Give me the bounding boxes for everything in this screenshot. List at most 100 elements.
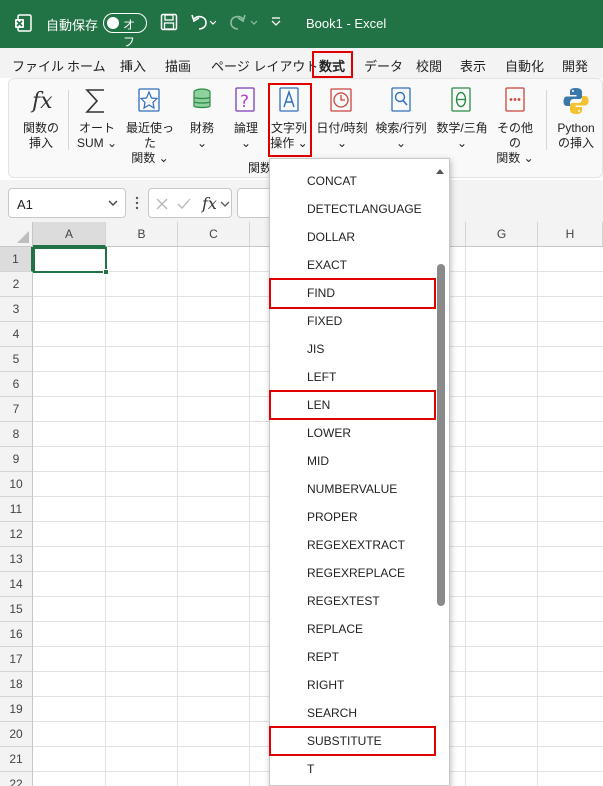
svg-text:fx: fx	[201, 194, 217, 213]
row-header-12[interactable]: 12	[0, 522, 33, 547]
column-header-a[interactable]: A	[33, 222, 106, 247]
column-header-c[interactable]: C	[178, 222, 250, 247]
active-cell-a1[interactable]	[33, 247, 109, 275]
more-functions-button[interactable]: その他の 関数 ⌄	[492, 121, 538, 166]
insert-function-fx-icon[interactable]: fx	[201, 192, 219, 217]
function-item-dollar[interactable]: DOLLAR	[270, 223, 435, 251]
datetime-label-2: ⌄	[336, 136, 348, 150]
function-item-regextest[interactable]: REGEXTEST	[270, 587, 435, 615]
tab-developer[interactable]: 開発	[562, 56, 588, 75]
chevron-down-icon[interactable]	[220, 198, 230, 212]
row-header-9[interactable]: 9	[0, 447, 33, 472]
cancel-x-icon[interactable]	[155, 197, 169, 214]
enter-check-icon[interactable]	[177, 197, 191, 214]
function-item-t[interactable]: T	[270, 755, 435, 783]
row-header-4[interactable]: 4	[0, 322, 33, 347]
row-header-7[interactable]: 7	[0, 397, 33, 422]
tab-page-layout[interactable]: ページ レイアウト	[211, 56, 318, 75]
function-item-rept[interactable]: REPT	[270, 643, 435, 671]
row-header-8[interactable]: 8	[0, 422, 33, 447]
row-header-11[interactable]: 11	[0, 497, 33, 522]
tab-draw[interactable]: 描画	[165, 56, 191, 75]
len-highlight	[269, 390, 436, 420]
ribbon-tab-bar: ファイル ホーム 挿入 描画 ページ レイアウト 数式 データ 校閲 表示 自動…	[0, 48, 603, 78]
gridline	[249, 247, 250, 786]
tab-insert[interactable]: 挿入	[120, 56, 146, 75]
fill-handle[interactable]	[103, 269, 109, 275]
tab-file[interactable]: ファイル	[12, 56, 64, 75]
row-header-3[interactable]: 3	[0, 297, 33, 322]
ribbon-separator	[68, 90, 69, 150]
gridline	[537, 247, 538, 786]
column-header-g[interactable]: G	[466, 222, 538, 247]
autosum-button[interactable]: オート SUM ⌄	[74, 121, 120, 151]
financial-label-1: 財務	[189, 121, 214, 135]
autosave-label: 自動保存	[46, 18, 99, 33]
row-header-17[interactable]: 17	[0, 647, 33, 672]
undo-icon[interactable]	[190, 13, 216, 31]
function-item-detectlanguage[interactable]: DETECTLANGUAGE	[270, 195, 435, 223]
redo-icon[interactable]	[229, 13, 259, 31]
math-button[interactable]: 数学/三角 ⌄	[433, 121, 491, 151]
row-header-10[interactable]: 10	[0, 472, 33, 497]
row-header-19[interactable]: 19	[0, 697, 33, 722]
recent-functions-button[interactable]: 最近使った 関数 ⌄	[121, 121, 179, 166]
function-item-lower[interactable]: LOWER	[270, 419, 435, 447]
svg-text:?: ?	[240, 92, 249, 112]
function-item-mid[interactable]: MID	[270, 447, 435, 475]
function-item-replace[interactable]: REPLACE	[270, 615, 435, 643]
tab-home[interactable]: ホーム	[67, 56, 106, 75]
function-item-jis[interactable]: JIS	[270, 335, 435, 363]
column-header-b[interactable]: B	[106, 222, 178, 247]
insert-python-button[interactable]: Python の挿入	[552, 121, 600, 151]
more-label-2: 関数 ⌄	[496, 151, 534, 165]
customize-qat-icon[interactable]	[270, 15, 282, 27]
datetime-button[interactable]: 日付/時刻 ⌄	[314, 121, 370, 151]
function-item-right[interactable]: RIGHT	[270, 671, 435, 699]
row-header-15[interactable]: 15	[0, 597, 33, 622]
document-title: Book1 - Excel	[306, 16, 387, 31]
function-item-left[interactable]: LEFT	[270, 363, 435, 391]
lookup-button[interactable]: 検索/行列 ⌄	[373, 121, 429, 151]
ribbon-separator	[546, 90, 547, 150]
row-header-22[interactable]: 22	[0, 772, 33, 786]
function-item-search[interactable]: SEARCH	[270, 699, 435, 727]
function-item-regexextract[interactable]: REGEXEXTRACT	[270, 531, 435, 559]
row-header-18[interactable]: 18	[0, 672, 33, 697]
select-all-corner[interactable]	[0, 222, 33, 247]
row-header-5[interactable]: 5	[0, 347, 33, 372]
row-header-1[interactable]: 1	[0, 247, 33, 272]
function-item-concat[interactable]: CONCAT	[270, 167, 435, 195]
text-functions-highlight	[268, 83, 312, 157]
save-icon[interactable]	[160, 13, 178, 31]
row-header-14[interactable]: 14	[0, 572, 33, 597]
column-header-h[interactable]: H	[538, 222, 603, 247]
autosave-toggle[interactable]: オフ	[103, 13, 147, 49]
row-header-13[interactable]: 13	[0, 547, 33, 572]
tab-automate[interactable]: 自動化	[505, 56, 544, 75]
row-header-2[interactable]: 2	[0, 272, 33, 297]
lookup-label-2: ⌄	[395, 136, 407, 150]
tab-view[interactable]: 表示	[460, 56, 486, 75]
financial-button[interactable]: 財務 ⌄	[184, 121, 220, 151]
row-header-20[interactable]: 20	[0, 722, 33, 747]
tab-review[interactable]: 校閲	[416, 56, 442, 75]
python-logo-icon	[562, 86, 590, 114]
logical-button[interactable]: 論理 ⌄	[228, 121, 264, 151]
scrollbar-thumb[interactable]	[437, 264, 445, 606]
tab-data[interactable]: データ	[364, 56, 403, 75]
function-item-exact[interactable]: EXACT	[270, 251, 435, 279]
row-header-6[interactable]: 6	[0, 372, 33, 397]
logical-label-1: 論理	[233, 121, 258, 135]
function-item-regexreplace[interactable]: REGEXREPLACE	[270, 559, 435, 587]
function-item-fixed[interactable]: FIXED	[270, 307, 435, 335]
chevron-down-icon[interactable]	[107, 197, 119, 212]
scroll-up-arrow-icon[interactable]	[435, 164, 445, 178]
row-header-21[interactable]: 21	[0, 747, 33, 772]
more-options-icon[interactable]	[135, 196, 139, 213]
insert-function-button[interactable]: 関数の 挿入	[20, 121, 62, 151]
name-box[interactable]: A1	[8, 188, 126, 218]
function-item-numbervalue[interactable]: NUMBERVALUE	[270, 475, 435, 503]
function-item-proper[interactable]: PROPER	[270, 503, 435, 531]
row-header-16[interactable]: 16	[0, 622, 33, 647]
